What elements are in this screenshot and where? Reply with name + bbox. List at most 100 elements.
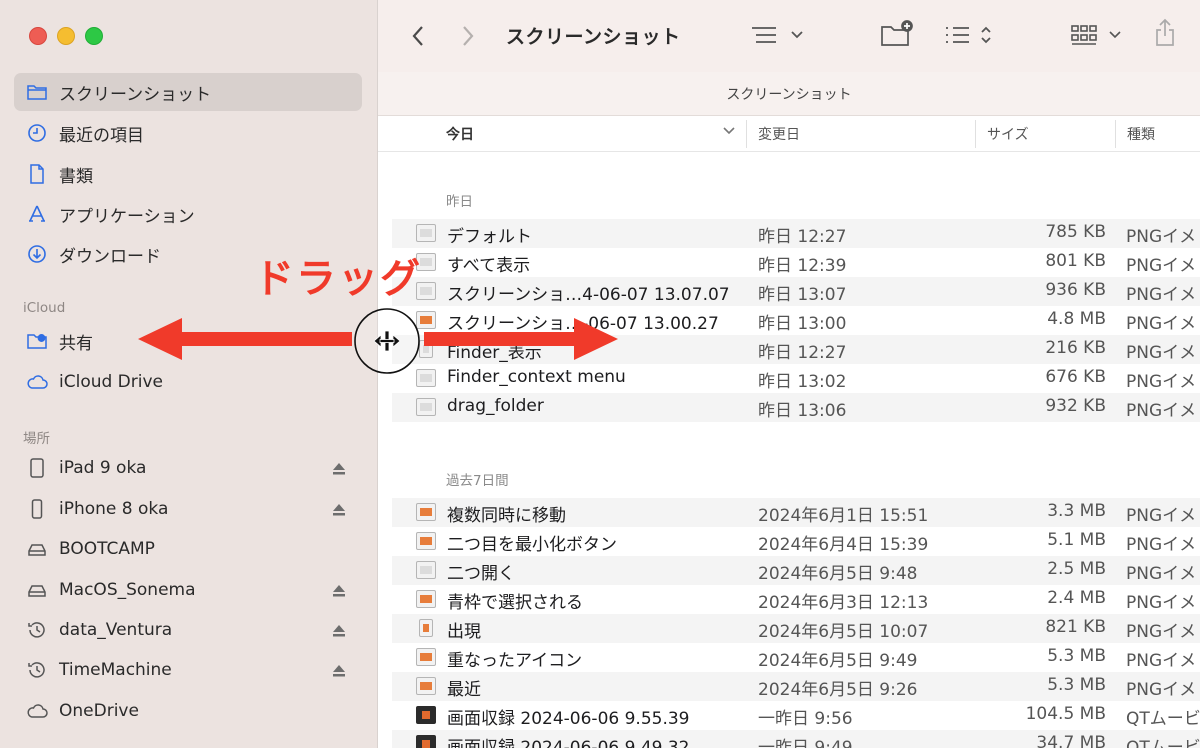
sidebar-item-applications[interactable]: アプリケーション	[14, 195, 362, 233]
sidebar-item-icloud-drive[interactable]: iCloud Drive	[14, 363, 362, 401]
sidebar-item-label: iPhone 8 oka	[59, 499, 169, 519]
file-row[interactable]: 画面収録 2024-06-06 9.49.32 一昨日 9:49 34.7 MB…	[392, 730, 1200, 748]
back-icon[interactable]	[410, 24, 426, 48]
file-name: 重なったアイコン	[447, 651, 583, 671]
sidebar-item-documents[interactable]: 書類	[14, 155, 362, 193]
file-size: 676 KB	[1045, 367, 1106, 387]
file-date: 昨日 12:39	[758, 256, 847, 276]
window-title: スクリーンショット	[506, 26, 681, 48]
forward-icon[interactable]	[460, 24, 476, 48]
file-row[interactable]: 出現 2024年6月5日 10:07 821 KB PNGイメ	[392, 614, 1200, 643]
file-kind: PNGイメ	[1126, 227, 1197, 247]
column-name[interactable]: 今日	[446, 124, 474, 144]
file-name: 出現	[447, 622, 481, 642]
file-row[interactable]: 最近 2024年6月5日 9:26 5.3 MB PNGイメ	[392, 672, 1200, 701]
file-row[interactable]: 二つ目を最小化ボタン 2024年6月4日 15:39 5.1 MB PNGイメ	[392, 527, 1200, 556]
path-label: スクリーンショット	[726, 87, 852, 103]
group-options-icon[interactable]	[750, 24, 806, 46]
cloud-icon	[26, 371, 48, 393]
file-row[interactable]: drag_folder 昨日 13:06 932 KB PNGイメ	[392, 393, 1200, 422]
file-row[interactable]: すべて表示 昨日 12:39 801 KB PNGイメ	[392, 248, 1200, 277]
png-file-icon	[416, 503, 436, 521]
sidebar-item-macos-sonema[interactable]: MacOS_Sonema	[14, 571, 362, 609]
file-date: 2024年6月4日 15:39	[758, 535, 929, 555]
file-date: 2024年6月5日 9:48	[758, 564, 918, 584]
file-row[interactable]: 二つ開く 2024年6月5日 9:48 2.5 MB PNGイメ	[392, 556, 1200, 585]
file-row[interactable]: Finder_context menu 昨日 13:02 676 KB PNGイ…	[392, 364, 1200, 393]
file-row[interactable]: 画面収録 2024-06-06 9.55.39 一昨日 9:56 104.5 M…	[392, 701, 1200, 730]
file-date: 昨日 13:07	[758, 285, 847, 305]
sidebar-section-icloud: iCloud	[23, 300, 66, 316]
file-kind: PNGイメ	[1126, 372, 1197, 392]
png-file-icon	[416, 282, 436, 300]
file-name: デフォルト	[447, 227, 532, 247]
sidebar-item-shared[interactable]: 共有	[14, 322, 362, 360]
minimize-button[interactable]	[57, 27, 75, 45]
file-name: 二つ開く	[447, 564, 515, 584]
file-date: 昨日 13:02	[758, 372, 847, 392]
file-name: Finder_表示	[447, 343, 542, 363]
column-divider[interactable]	[746, 120, 747, 148]
list-view-icon[interactable]	[944, 22, 996, 48]
file-kind: PNGイメ	[1126, 593, 1197, 613]
file-date: 2024年6月3日 12:13	[758, 593, 929, 613]
file-row[interactable]: スクリーンショ…4-06-07 13.07.07 昨日 13:07 936 KB…	[392, 277, 1200, 306]
close-button[interactable]	[29, 27, 47, 45]
sidebar-item-ipad[interactable]: iPad 9 oka	[14, 449, 362, 487]
sidebar-item-downloads[interactable]: ダウンロード	[14, 235, 362, 273]
column-divider[interactable]	[1115, 120, 1116, 148]
sidebar-item-label: 共有	[59, 333, 93, 354]
png-file-icon	[419, 340, 433, 358]
sidebar-item-data-ventura[interactable]: data_Ventura	[14, 611, 362, 649]
file-row[interactable]: Finder_表示 昨日 12:27 216 KB PNGイメ	[392, 335, 1200, 364]
file-row[interactable]: スクリーンショ…-06-07 13.00.27 昨日 13:00 4.8 MB …	[392, 306, 1200, 335]
sidebar-item-label: 書類	[59, 166, 93, 187]
column-kind[interactable]: 種類	[1127, 124, 1155, 144]
file-kind: PNGイメ	[1126, 401, 1197, 421]
sidebar-item-label: 最近の項目	[59, 125, 144, 146]
zoom-button[interactable]	[85, 27, 103, 45]
file-kind: PNGイメ	[1126, 343, 1197, 363]
column-size[interactable]: サイズ	[987, 124, 1029, 144]
sort-chevron-icon[interactable]	[722, 122, 736, 142]
movie-file-icon	[416, 706, 436, 724]
file-date: 昨日 12:27	[758, 227, 847, 247]
file-browser: スクリーンショット スクリーンショット 今日 変更日 サイズ 種類 昨日 デフォ…	[378, 0, 1200, 748]
sidebar-item-iphone[interactable]: iPhone 8 oka	[14, 490, 362, 528]
eject-icon[interactable]	[332, 583, 346, 597]
file-row[interactable]: 複数同時に移動 2024年6月1日 15:51 3.3 MB PNGイメ	[392, 498, 1200, 527]
sidebar-item-timemachine[interactable]: TimeMachine	[14, 651, 362, 689]
eject-icon[interactable]	[332, 502, 346, 516]
file-row[interactable]: 青枠で選択される 2024年6月3日 12:13 2.4 MB PNGイメ	[392, 585, 1200, 614]
png-file-icon	[416, 561, 436, 579]
file-date: 2024年6月5日 10:07	[758, 622, 929, 642]
column-divider[interactable]	[975, 120, 976, 148]
eject-icon[interactable]	[332, 623, 346, 637]
file-name: 青枠で選択される	[447, 593, 583, 613]
file-kind: PNGイメ	[1126, 622, 1197, 642]
folder-icon	[26, 81, 48, 103]
grid-view-icon[interactable]	[1070, 22, 1124, 48]
sidebar-item-label: data_Ventura	[59, 620, 173, 640]
file-date: 一昨日 9:49	[758, 738, 853, 748]
file-size: 3.3 MB	[1047, 501, 1106, 521]
sidebar-item-label: iCloud Drive	[59, 372, 164, 392]
disk-icon	[26, 538, 48, 560]
sidebar-item-screenshots[interactable]: スクリーンショット	[14, 73, 362, 111]
png-file-icon	[416, 532, 436, 550]
file-row[interactable]: デフォルト 昨日 12:27 785 KB PNGイメ	[392, 219, 1200, 248]
column-date[interactable]: 変更日	[758, 124, 800, 144]
sidebar: スクリーンショット 最近の項目 書類 アプリケーション ダウンロード iClou…	[0, 0, 378, 748]
eject-icon[interactable]	[332, 663, 346, 677]
download-icon	[26, 243, 48, 265]
eject-icon[interactable]	[332, 461, 346, 475]
timemachine-icon	[26, 659, 48, 681]
sidebar-item-bootcamp[interactable]: BOOTCAMP	[14, 530, 362, 568]
file-size: 2.4 MB	[1047, 588, 1106, 608]
sidebar-item-onedrive[interactable]: OneDrive	[14, 692, 362, 730]
share-icon[interactable]	[1154, 18, 1176, 48]
sidebar-item-recents[interactable]: 最近の項目	[14, 114, 362, 152]
file-row[interactable]: 重なったアイコン 2024年6月5日 9:49 5.3 MB PNGイメ	[392, 643, 1200, 672]
file-size: 932 KB	[1045, 396, 1106, 416]
new-folder-icon[interactable]	[880, 20, 914, 48]
